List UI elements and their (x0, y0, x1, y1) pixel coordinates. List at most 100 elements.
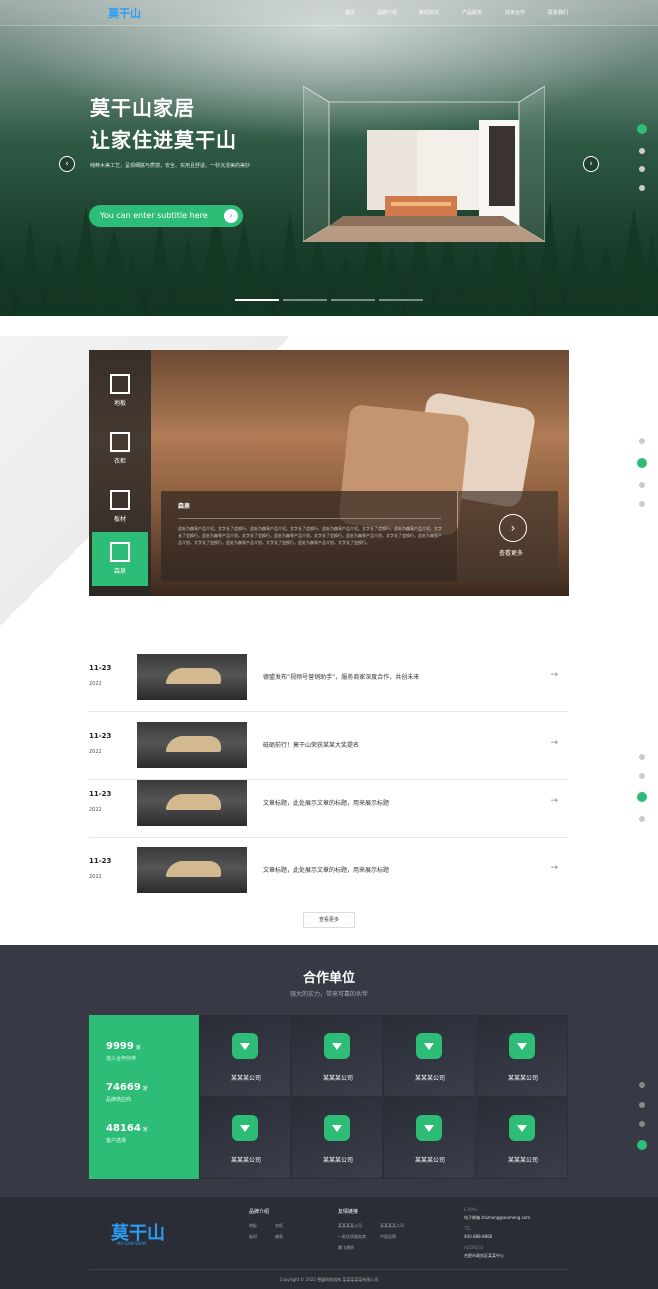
section-dot-4[interactable] (639, 816, 645, 822)
partner-name: 某某某公司 (507, 1157, 538, 1164)
section-dot-4[interactable] (639, 501, 645, 507)
partner-card[interactable]: 某某某公司 (199, 1015, 291, 1097)
section-dot-3[interactable] (639, 1121, 645, 1127)
footer-col-title: 友情链接 (338, 1209, 359, 1215)
section-dot-2[interactable] (639, 773, 645, 779)
partner-card[interactable]: 某某某公司 (383, 1015, 475, 1097)
email-value[interactable]: 电子邮箱 zhizhong@womeng.com (464, 1215, 530, 1221)
news-thumbnail[interactable] (137, 722, 247, 768)
nav-item-brand[interactable]: 品牌介绍 (377, 9, 397, 16)
carousel-prev-button[interactable]: ‹ (59, 156, 75, 172)
carousel-indicator-4[interactable] (379, 299, 423, 301)
section-dot-1[interactable] (639, 1082, 645, 1088)
nav-item-products[interactable]: 产品服务 (462, 9, 482, 16)
company-icon (509, 1115, 535, 1141)
footer-link[interactable]: 板材 (249, 1234, 257, 1240)
section-dot-2[interactable] (639, 1102, 645, 1108)
footer-link[interactable]: 腾飞建筑 (338, 1245, 354, 1251)
stat-label: 加入合作伙伴 (106, 1056, 137, 1062)
news-row[interactable]: 11-23 2022 文章标题，此处展示文章的标题，用来展示标题 → (89, 780, 568, 838)
tree-shape (640, 231, 658, 316)
hero-cta-button[interactable]: You can enter subtitle here › (89, 205, 243, 227)
hero-banner: 莫干山 首页 品牌介绍 新闻资讯 产品服务 商务合作 联系我们 莫干山家居 让家… (0, 0, 658, 316)
footer-link[interactable]: 森泉 (275, 1234, 283, 1240)
arrow-right-icon[interactable]: → (550, 796, 558, 806)
news-row[interactable]: 11-23 2022 文章标题，此处展示文章的标题，用来展示标题 → (89, 847, 568, 905)
partner-card[interactable]: 某某某公司 (291, 1015, 383, 1097)
news-row[interactable]: 11-23 2022 砥砺前行！莫干山荣获某某大奖提名 → (89, 722, 568, 780)
tab-board[interactable]: 板材 (89, 480, 151, 534)
tab-senquan[interactable]: 森泉 (92, 532, 148, 586)
footer-col-title: 品牌介绍 (249, 1209, 270, 1215)
partner-card[interactable]: 某某某公司 (476, 1015, 568, 1097)
arrow-right-icon[interactable]: › (499, 514, 527, 542)
company-icon (232, 1033, 258, 1059)
hero-room-image (302, 85, 546, 243)
news-row[interactable]: 11-23 2022 德盟发布“视频号营销助手”，服务商家深度合作，共创未来 → (89, 654, 568, 712)
carousel-indicator-3[interactable] (331, 299, 375, 301)
footer-link[interactable]: 地板 (249, 1223, 257, 1229)
news-title[interactable]: 砥砺前行！莫干山荣获某某大奖提名 (263, 740, 359, 749)
news-thumbnail[interactable] (137, 780, 247, 826)
news-year: 2022 (89, 681, 102, 687)
product-tabs: 地板 衣柜 板材 森泉 (89, 350, 151, 596)
nav-item-news[interactable]: 新闻资讯 (419, 9, 439, 16)
company-icon (416, 1033, 442, 1059)
nav-item-contact[interactable]: 联系我们 (548, 9, 568, 16)
company-icon (232, 1115, 258, 1141)
tree-shape (120, 251, 144, 316)
news-more-button[interactable]: 查看更多 (303, 912, 355, 928)
section-dot-1[interactable] (637, 124, 647, 134)
footer-link[interactable]: 衣柜 (275, 1223, 283, 1229)
tree-shape (146, 214, 174, 316)
partner-card[interactable]: 某某某公司 (199, 1097, 291, 1179)
section-dot-4[interactable] (637, 1140, 647, 1150)
section-dot-4[interactable] (639, 185, 645, 191)
nav-item-business[interactable]: 商务合作 (505, 9, 525, 16)
caption-divider (178, 518, 441, 519)
footer-link[interactable]: 某某某某公司 (338, 1223, 362, 1229)
partner-card[interactable]: 某某某公司 (476, 1097, 568, 1179)
nav-logo[interactable]: 莫干山 (108, 5, 141, 21)
hero-title: 莫干山家居 (90, 96, 195, 120)
footer-link[interactable]: 某某某某公司 (380, 1223, 404, 1229)
tab-label: 衣柜 (113, 458, 126, 465)
stat-number: 74669 家 (106, 1082, 148, 1093)
section-dot-2[interactable] (637, 458, 647, 468)
news-thumbnail[interactable] (137, 654, 247, 700)
partner-card[interactable]: 某某某公司 (291, 1097, 383, 1179)
address-value: 合肥市政务区某某中心 (464, 1253, 504, 1258)
tree-shape (510, 236, 534, 316)
hero-cta-label: You can enter subtitle here (100, 211, 208, 220)
news-title[interactable]: 文章标题，此处展示文章的标题，用来展示标题 (263, 865, 389, 874)
news-title[interactable]: 德盟发布“视频号营销助手”，服务商家深度合作，共创未来 (263, 672, 419, 681)
tab-wardrobe[interactable]: 衣柜 (89, 422, 151, 476)
stat-number: 9999 家 (106, 1041, 141, 1052)
carousel-indicator-1[interactable] (235, 299, 279, 301)
news-section: 11-23 2022 德盟发布“视频号营销助手”，服务商家深度合作，共创未来 →… (0, 630, 658, 945)
section-dot-1[interactable] (639, 754, 645, 760)
arrow-right-icon[interactable]: → (550, 863, 558, 873)
section-dot-3[interactable] (639, 166, 645, 172)
partner-card[interactable]: 某某某公司 (383, 1097, 475, 1179)
carousel-next-button[interactable]: › (583, 156, 599, 172)
news-thumbnail[interactable] (137, 847, 247, 893)
section-dot-1[interactable] (639, 438, 645, 444)
section-title: 合作单位 (302, 971, 355, 986)
wardrobe-icon (110, 432, 130, 452)
section-dot-3[interactable] (637, 792, 647, 802)
nav-item-home[interactable]: 首页 (345, 9, 355, 16)
footer: 莫干山 MO GAN SHAN 品牌介绍 地板 衣柜 板材 森泉 友情链接 某某… (0, 1197, 658, 1289)
carousel-indicator-2[interactable] (283, 299, 327, 301)
view-more-label[interactable]: 查看更多 (499, 548, 523, 557)
tab-floor[interactable]: 地板 (89, 364, 151, 418)
arrow-right-icon[interactable]: → (550, 670, 558, 680)
tab-label: 地板 (113, 400, 126, 407)
footer-link[interactable]: 中国品牌 (380, 1234, 396, 1240)
footer-link[interactable]: 一款优质服务商 (338, 1234, 366, 1240)
section-dot-3[interactable] (639, 482, 645, 488)
news-title[interactable]: 文章标题，此处展示文章的标题，用来展示标题 (263, 798, 389, 807)
partner-name: 某某某公司 (322, 1157, 353, 1164)
arrow-right-icon[interactable]: → (550, 738, 558, 748)
section-dot-2[interactable] (639, 148, 645, 154)
